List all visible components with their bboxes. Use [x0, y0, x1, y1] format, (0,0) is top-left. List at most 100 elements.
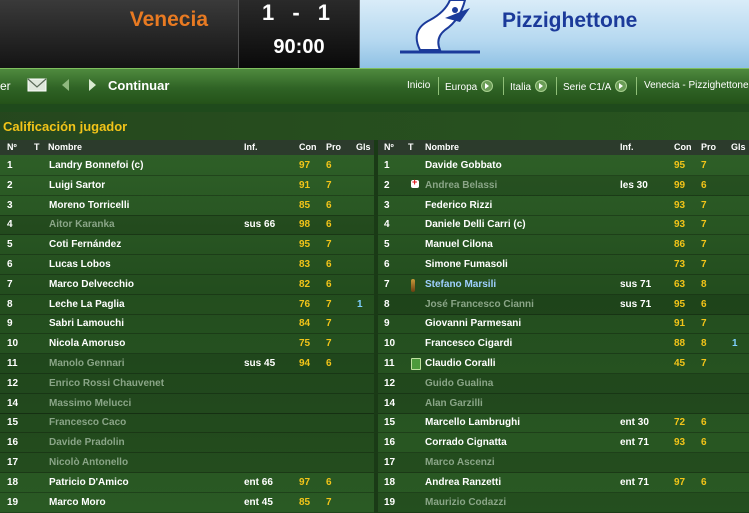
col-pro[interactable]: Pro	[326, 142, 341, 152]
player-row[interactable]: 11 Manolo Gennari sus 45 94 6	[0, 354, 374, 374]
player-row[interactable]: 2 Andrea Belassi les 30 99 6	[378, 175, 749, 196]
player-row[interactable]: 14 Massimo Melucci	[0, 393, 374, 414]
player-row[interactable]: 1 Landry Bonnefoi (c) 97 6	[0, 156, 374, 176]
continue-button[interactable]: Continuar	[108, 78, 169, 93]
player-row[interactable]: 16 Davide Pradolin	[0, 433, 374, 454]
col-name[interactable]: Nombre	[48, 142, 82, 152]
player-name[interactable]: Sabri Lamouchi	[49, 318, 124, 329]
player-name[interactable]: Federico Rizzi	[425, 200, 492, 211]
player-row[interactable]: 14 Alan Garzilli	[378, 393, 749, 414]
col-pro[interactable]: Pro	[701, 142, 716, 152]
player-row[interactable]: 18 Andrea Ranzetti ent 71 97 6	[378, 473, 749, 493]
player-row[interactable]: 8 Leche La Paglia 76 7 1	[0, 295, 374, 315]
player-name[interactable]: Davide Pradolin	[49, 437, 125, 448]
player-name[interactable]: Claudio Coralli	[425, 358, 496, 369]
player-row[interactable]: 15 Marcello Lambrughi ent 30 72 6	[378, 413, 749, 434]
player-row[interactable]: 3 Federico Rizzi 93 7	[378, 196, 749, 216]
player-row[interactable]: 5 Manuel Cilona 86 7	[378, 235, 749, 256]
player-row[interactable]: 4 Daniele Delli Carri (c) 93 7	[378, 215, 749, 236]
player-name[interactable]: Francesco Cigardi	[425, 338, 512, 349]
player-name[interactable]: Coti Fernández	[49, 239, 121, 250]
player-name[interactable]: Daniele Delli Carri (c)	[425, 219, 526, 230]
player-name[interactable]: Simone Fumasoli	[425, 259, 508, 270]
breadcrumb-italia[interactable]: Italia	[510, 80, 548, 93]
player-row[interactable]: 9 Sabri Lamouchi 84 7	[0, 314, 374, 335]
player-name[interactable]: Francesco Caco	[49, 417, 126, 428]
player-name[interactable]: Giovanni Parmesani	[425, 318, 521, 329]
player-name[interactable]: Marco Ascenzi	[425, 457, 495, 468]
player-name[interactable]: Alan Garzilli	[425, 398, 483, 409]
player-row[interactable]: 11 Claudio Coralli 45 7	[378, 354, 749, 374]
col-inf[interactable]: Inf.	[244, 142, 258, 152]
player-name[interactable]: Marco Delvecchio	[49, 279, 134, 290]
player-name[interactable]: Stefano Marsili	[425, 279, 496, 290]
player-row[interactable]: 4 Aitor Karanka sus 66 98 6	[0, 215, 374, 236]
player-name[interactable]: Enrico Rossi Chauvenet	[49, 378, 164, 389]
player-row[interactable]: 10 Francesco Cigardi 88 8 1	[378, 334, 749, 355]
player-row[interactable]: 3 Moreno Torricelli 85 6	[0, 196, 374, 216]
col-inf[interactable]: Inf.	[620, 142, 634, 152]
player-row[interactable]: 19 Maurizio Codazzi	[378, 492, 749, 513]
player-name[interactable]: Patricio D'Amico	[49, 477, 129, 488]
breadcrumb-serie[interactable]: Serie C1/A	[563, 80, 628, 93]
player-row[interactable]: 6 Lucas Lobos 83 6	[0, 255, 374, 275]
player-row[interactable]: 8 José Francesco Cianni sus 71 95 6	[378, 294, 749, 315]
player-name[interactable]: Marco Moro	[49, 497, 106, 508]
player-name[interactable]: Maurizio Codazzi	[425, 497, 506, 508]
player-name[interactable]: Andrea Ranzetti	[425, 477, 501, 488]
forward-arrow-icon[interactable]	[88, 78, 98, 92]
player-name[interactable]: Andrea Belassi	[425, 180, 497, 191]
breadcrumb-inicio[interactable]: Inicio	[407, 80, 430, 91]
player-name[interactable]: Lucas Lobos	[49, 259, 111, 270]
col-num[interactable]: Nº	[384, 142, 394, 152]
player-row[interactable]: 5 Coti Fernández 95 7	[0, 235, 374, 256]
breadcrumb-arrow-icon[interactable]	[481, 80, 494, 92]
player-row[interactable]: 12 Guido Gualina	[378, 373, 749, 394]
player-name[interactable]: José Francesco Cianni	[425, 299, 534, 310]
player-name[interactable]: Corrado Cignatta	[425, 437, 507, 448]
away-team-name: Pizzighettone	[502, 9, 638, 32]
breadcrumb-europa[interactable]: Europa	[445, 80, 494, 93]
player-row[interactable]: 19 Marco Moro ent 45 85 7	[0, 493, 374, 513]
col-con[interactable]: Con	[299, 142, 317, 152]
player-name[interactable]: Aitor Karanka	[49, 219, 115, 230]
player-name[interactable]: Leche La Paglia	[49, 299, 125, 310]
player-name[interactable]: Landry Bonnefoi (c)	[49, 160, 143, 171]
player-row[interactable]: 12 Enrico Rossi Chauvenet	[0, 373, 374, 394]
player-row[interactable]: 1 Davide Gobbato 95 7	[378, 156, 749, 176]
col-name[interactable]: Nombre	[425, 142, 459, 152]
player-name[interactable]: Guido Gualina	[425, 378, 493, 389]
player-row[interactable]: 17 Marco Ascenzi	[378, 453, 749, 473]
breadcrumb-arrow-icon[interactable]	[535, 80, 548, 92]
col-t[interactable]: T	[408, 142, 414, 152]
player-name[interactable]: Marcello Lambrughi	[425, 417, 520, 428]
player-row[interactable]: 7 Marco Delvecchio 82 6	[0, 275, 374, 295]
back-arrow-icon[interactable]	[60, 78, 70, 92]
player-row[interactable]: 9 Giovanni Parmesani 91 7	[378, 314, 749, 335]
breadcrumb-match[interactable]: Venecia - Pizzighettone	[644, 80, 749, 91]
player-name[interactable]: Davide Gobbato	[425, 160, 502, 171]
player-name[interactable]: Moreno Torricelli	[49, 200, 129, 211]
player-row[interactable]: 2 Luigi Sartor 91 7	[0, 176, 374, 196]
player-row[interactable]: 15 Francesco Caco	[0, 413, 374, 434]
col-num[interactable]: Nº	[7, 142, 17, 152]
player-row[interactable]: 10 Nicola Amoruso 75 7	[0, 334, 374, 355]
nav-left-label[interactable]: er	[0, 79, 11, 93]
player-row[interactable]: 7 Stefano Marsili sus 71 63 8	[378, 275, 749, 295]
col-con[interactable]: Con	[674, 142, 692, 152]
col-gls[interactable]: Gls	[731, 142, 746, 152]
player-row[interactable]: 17 Nicolò Antonello	[0, 453, 374, 473]
col-t[interactable]: T	[34, 142, 40, 152]
player-name[interactable]: Luigi Sartor	[49, 180, 105, 191]
player-name[interactable]: Manolo Gennari	[49, 358, 125, 369]
breadcrumb-arrow-icon[interactable]	[615, 80, 628, 92]
player-name[interactable]: Massimo Melucci	[49, 398, 131, 409]
player-row[interactable]: 16 Corrado Cignatta ent 71 93 6	[378, 433, 749, 454]
mail-icon[interactable]	[27, 77, 47, 93]
col-gls[interactable]: Gls	[356, 142, 371, 152]
player-row[interactable]: 6 Simone Fumasoli 73 7	[378, 255, 749, 275]
player-name[interactable]: Nicolò Antonello	[49, 457, 128, 468]
player-name[interactable]: Nicola Amoruso	[49, 338, 125, 349]
player-name[interactable]: Manuel Cilona	[425, 239, 493, 250]
player-row[interactable]: 18 Patricio D'Amico ent 66 97 6	[0, 473, 374, 493]
